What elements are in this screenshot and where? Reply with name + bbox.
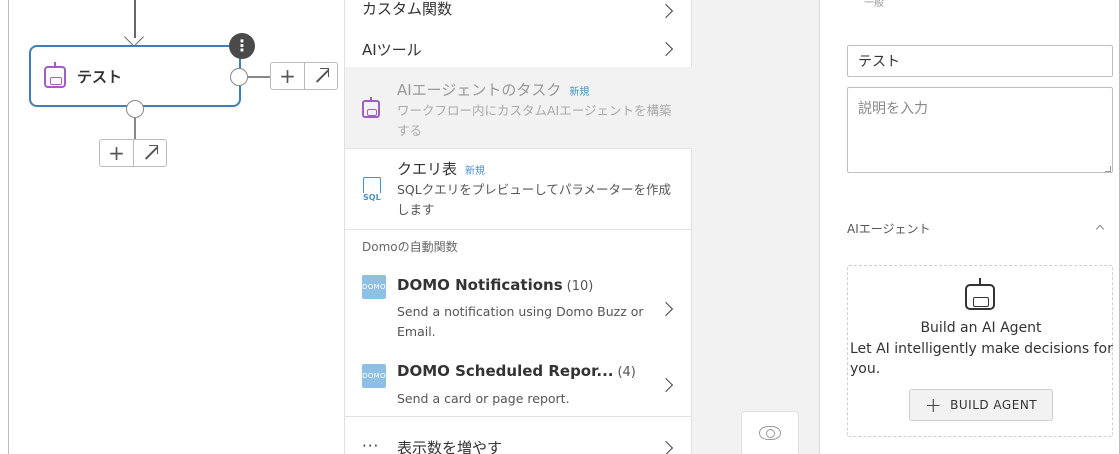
menu-item-description: ワークフロー内にカスタムAIエージェントを構築する [397, 103, 672, 138]
add-step-bottom-button[interactable]: + [100, 140, 133, 166]
menu-item-title-text: クエリ表 [397, 160, 458, 178]
plus-icon: + [924, 393, 943, 417]
build-agent-card: Build an AI Agent Let AI intelligently m… [847, 265, 1113, 437]
arrow-down-icon [124, 27, 144, 47]
package-count: (4) [617, 365, 636, 380]
build-agent-description: Let AI intelligently make decisions for … [850, 341, 1113, 377]
chevron-up-icon[interactable] [1095, 224, 1105, 234]
domo-logo-icon: DOMO [362, 364, 386, 388]
preview-toggle-button[interactable] [741, 411, 799, 454]
chevron-right-icon [658, 41, 674, 57]
chevron-right-icon [658, 377, 674, 393]
sql-file-icon: SQL [362, 177, 382, 202]
ai-agent-section-header[interactable]: AIエージェント [847, 220, 931, 237]
package-description: Send a card or page report. [397, 391, 570, 406]
chevron-right-icon [658, 301, 674, 317]
package-title: DOMO Notifications (10) [397, 276, 593, 294]
menu-item-label: カスタム関数 [362, 0, 453, 18]
robot-icon [44, 62, 66, 88]
add-step-right-group: + [270, 62, 338, 90]
show-more-button[interactable]: ··· 表示数を増やす [345, 417, 693, 454]
package-count: (10) [566, 279, 594, 294]
build-agent-button[interactable]: + BUILD AGENT [909, 389, 1053, 421]
robot-icon [965, 278, 995, 310]
plus-icon: + [279, 64, 296, 88]
menu-item-title-text: AIエージェントのタスク [397, 81, 562, 99]
chevron-right-icon [658, 440, 674, 454]
connect-right-button[interactable] [304, 63, 337, 89]
package-description: Send a notification using Domo Buzz or E… [397, 304, 644, 339]
package-title-text: DOMO Notifications [397, 276, 563, 294]
build-agent-button-label: BUILD AGENT [950, 398, 1038, 412]
menu-item-label: AIツール [362, 41, 422, 59]
package-title: DOMO Scheduled Repor... (4) [397, 362, 636, 380]
workflow-canvas[interactable]: テスト ⋮ + + [9, 0, 344, 454]
node-menu-button[interactable]: ⋮ [229, 33, 255, 59]
menu-item-title: AIエージェントのタスク 新規 [397, 79, 589, 100]
connector-line [134, 118, 136, 140]
divider [345, 229, 693, 230]
new-badge: 新規 [569, 87, 590, 98]
new-badge: 新規 [465, 166, 486, 177]
step-picker-panel: カスタム関数 AIツール AIエージェントのタスク 新規 ワークフロー内にカスタム… [344, 0, 693, 454]
menu-item-query-table[interactable]: SQL クエリ表 新規 SQLクエリをプレビューしてパラメーターを作成します [345, 149, 693, 229]
plus-icon: + [108, 141, 125, 165]
node-name-input[interactable] [847, 45, 1113, 77]
resize-handle-icon[interactable] [1105, 166, 1111, 172]
chevron-right-icon [658, 3, 674, 19]
connector-bottom-handle[interactable] [126, 100, 144, 118]
menu-item-custom-functions[interactable]: カスタム関数 [345, 0, 693, 30]
connect-bottom-button[interactable] [133, 140, 166, 166]
domo-logo-icon: DOMO [362, 275, 386, 299]
eye-icon [759, 426, 781, 440]
workflow-node[interactable]: テスト [29, 45, 241, 107]
build-agent-title: Build an AI Agent [920, 320, 1042, 336]
section-header: Domoの自動関数 [362, 240, 458, 254]
menu-item-description: SQLクエリをプレビューしてパラメーターを作成します [397, 182, 671, 217]
connector-line [248, 76, 270, 78]
connector-right-handle[interactable] [230, 68, 248, 86]
more-dots-icon: ··· [362, 437, 380, 454]
show-more-label: 表示数を増やす [397, 439, 503, 454]
add-step-right-button[interactable]: + [271, 63, 304, 89]
arrow-up-right-icon [143, 145, 158, 160]
menu-item-ai-agent-task[interactable]: AIエージェントのタスク 新規 ワークフロー内にカスタムAIエージェントを構築する [345, 67, 693, 148]
add-step-bottom-group: + [99, 139, 167, 167]
package-item-domo-scheduled-reports[interactable]: DOMO DOMO Scheduled Repor... (4) Send a c… [345, 350, 693, 416]
package-title-text: DOMO Scheduled Repor... [397, 362, 614, 380]
panel-gutter [692, 0, 819, 454]
properties-panel: 一般 AIエージェント Build an AI Agent Let AI int… [819, 0, 1119, 454]
robot-icon [362, 97, 380, 118]
node-description-input[interactable] [847, 87, 1113, 173]
node-label: テスト [77, 68, 123, 86]
sql-icon-text: SQL [362, 193, 382, 202]
menu-item-title: クエリ表 新規 [397, 158, 485, 179]
section-label: 一般 [864, 0, 884, 9]
package-item-domo-notifications[interactable]: DOMO DOMO Notifications (10) Send a notif… [345, 262, 693, 350]
arrow-up-right-icon [314, 68, 329, 83]
menu-item-ai-tools[interactable]: AIツール [345, 30, 693, 67]
